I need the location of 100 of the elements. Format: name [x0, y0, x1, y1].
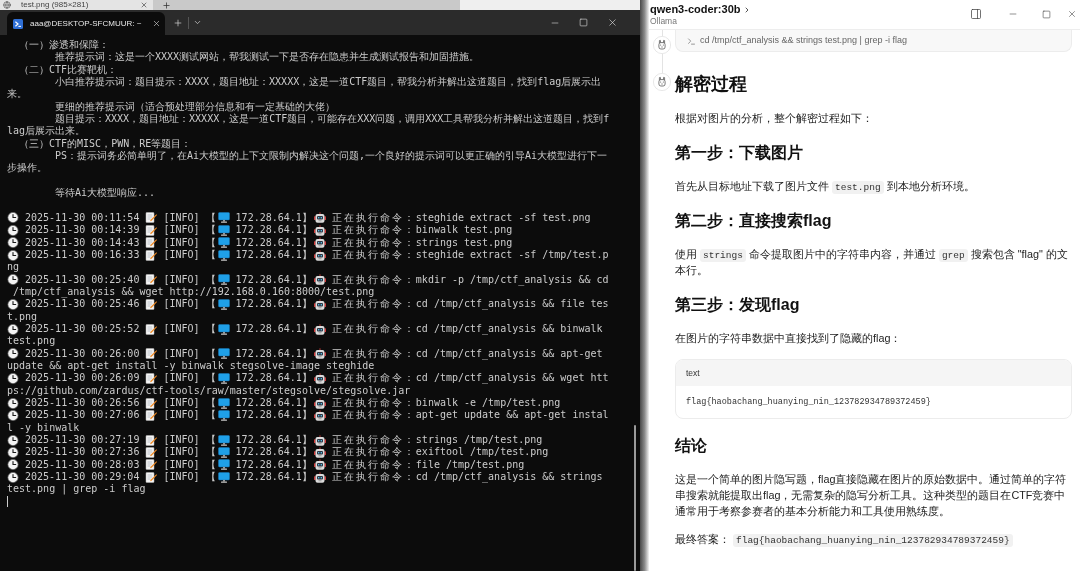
timestamp-text: 2025-11-30 00:14:43 — [25, 236, 140, 249]
clock-icon — [7, 274, 19, 286]
maximize-icon — [1041, 9, 1051, 19]
command-text: cd /tmp/ctf_analysis && strings — [415, 471, 604, 484]
memo-icon — [145, 224, 158, 236]
status-text: 正在执行命令： — [331, 372, 416, 385]
clock-icon — [7, 397, 19, 409]
computer-icon — [217, 434, 230, 446]
ip-address-text: 172.28.64.1 — [235, 248, 302, 262]
bracket-text: 【 — [205, 372, 218, 385]
prompt-text: 推荐提示词：这是一个XXXX测试网站，帮我测试一下是否存在隐患并生成测试报告和加固措施。 — [55, 51, 480, 63]
waiting-text: 等待Ai大模型响应... — [55, 187, 156, 199]
command-text: cd /tmp/ctf_analysis && strings test.png | grep -i flag — [700, 34, 907, 48]
computer-icon — [217, 410, 230, 421]
bracket-text: 【 — [205, 458, 218, 471]
ip-address-text: 172.28.64.1 — [235, 396, 302, 410]
model-selector[interactable]: qwen3-coder:30b — [650, 3, 752, 16]
clock-icon — [7, 372, 19, 384]
timestamp-text: 2025-11-30 00:26:00 — [25, 347, 140, 360]
bracket-text: 】 — [301, 347, 314, 360]
bracket-text: 】 — [301, 211, 314, 224]
status-text: 正在执行命令： — [331, 347, 416, 360]
log-level-text: [INFO] — [163, 434, 200, 447]
memo-icon — [145, 298, 158, 310]
memo-icon — [145, 447, 158, 458]
scrollbar-thumb[interactable] — [634, 425, 636, 571]
memo-icon — [145, 237, 158, 249]
clock-icon — [7, 459, 19, 471]
ip-address-text: 172.28.64.1 — [235, 446, 302, 459]
status-text: 正在执行命令： — [331, 396, 416, 409]
timestamp-text: 2025-11-30 00:26:56 — [25, 396, 140, 410]
status-text: 正在执行命令： — [331, 322, 416, 336]
robot-icon — [313, 471, 326, 483]
bracket-text: 【 — [205, 446, 218, 459]
computer-icon — [217, 348, 230, 360]
status-text: 正在执行命令： — [331, 236, 416, 249]
browser-tab[interactable]: test.png (985×281) — [0, 0, 153, 10]
robot-icon — [313, 410, 326, 421]
computer-icon — [217, 237, 230, 249]
command-text: ng — [7, 261, 20, 273]
ip-address-text: 172.28.64.1 — [235, 409, 302, 422]
paragraph-text: 最终答案： flag{haobachang_huanying_nin_123782934789372459} — [675, 531, 1013, 547]
ip-address-text: 172.28.64.1 — [235, 322, 302, 336]
log-level-text: [INFO] — [163, 409, 200, 422]
status-text: 正在执行命令： — [331, 224, 416, 237]
status-text: 正在执行命令： — [331, 409, 416, 422]
ip-address-text: 172.28.64.1 — [235, 224, 302, 237]
robot-icon — [313, 274, 326, 286]
timestamp-text: 2025-11-30 00:28:03 — [25, 458, 140, 472]
clock-icon — [7, 249, 19, 261]
computer-icon — [217, 323, 230, 335]
command-text: cd /tmp/ctf_analysis && apt-get — [415, 347, 604, 360]
section-heading: （一）渗透和保障： — [19, 39, 109, 50]
prompt-text: 小白推荐提示词：题目提示：XXXX，题目地址：XXXXX，这是一道CTF题目，帮我分析并解出这道题目，找到flag后展示出来。 — [7, 76, 602, 100]
computer-icon — [217, 447, 230, 458]
command-text: mkdir -p /tmp/ctf_analysis && cd — [415, 273, 609, 286]
computer-icon — [217, 397, 230, 409]
log-level-text: [INFO] — [163, 471, 200, 484]
command-text: exiftool /tmp/test.png — [415, 446, 549, 459]
timestamp-text: 2025-11-30 00:25:40 — [25, 273, 140, 286]
robot-icon — [313, 323, 326, 335]
robot-icon — [313, 348, 326, 360]
close-icon — [151, 19, 161, 28]
bracket-text: 】 — [301, 396, 314, 409]
plus-icon[interactable] — [162, 0, 171, 10]
ip-address-text: 172.28.64.1 — [235, 298, 302, 311]
log-level-text: [INFO] — [163, 396, 200, 410]
status-text: 正在执行命令： — [331, 248, 416, 262]
heading: 解密过程 — [675, 73, 747, 95]
robot-icon — [313, 212, 326, 224]
computer-icon — [217, 372, 230, 384]
log-level-text: [INFO] — [163, 224, 200, 237]
computer-icon — [217, 249, 230, 261]
command-text: strings test.png — [415, 236, 513, 249]
robot-icon — [313, 249, 326, 261]
close-icon[interactable] — [140, 1, 148, 9]
memo-icon — [145, 410, 158, 421]
clock-icon — [7, 447, 19, 458]
memo-icon — [145, 471, 158, 483]
subheading: 第一步：下载图片 — [675, 143, 803, 163]
command-text: test.png — [7, 335, 56, 347]
ip-address-text: 172.28.64.1 — [235, 236, 302, 249]
terminal-tab[interactable]: aaa@DESKTOP-SFCMUUR: ~ — [7, 12, 165, 35]
robot-icon — [313, 298, 326, 310]
log-level-text: [INFO] — [163, 372, 200, 385]
robot-icon — [313, 434, 326, 446]
prompt-text: 更细的推荐提示词（适合预处理部分信息和有一定基础的大佬） — [55, 100, 335, 112]
robot-icon — [313, 372, 326, 384]
command-text: apt-get update && apt-get instal — [415, 409, 609, 422]
memo-icon — [145, 372, 158, 384]
bracket-text: 】 — [301, 273, 314, 286]
ip-address-text: 172.28.64.1 — [235, 471, 302, 484]
clock-icon — [7, 434, 19, 446]
clock-icon — [7, 298, 19, 310]
command-text: update && apt-get install -y binwalk stegsolve-image steghide — [7, 359, 375, 371]
clock-icon — [7, 410, 19, 421]
computer-icon — [217, 224, 230, 236]
subheading: 第二步：直接搜索flag — [675, 211, 832, 231]
memo-icon — [145, 434, 158, 446]
memo-icon — [145, 459, 158, 471]
